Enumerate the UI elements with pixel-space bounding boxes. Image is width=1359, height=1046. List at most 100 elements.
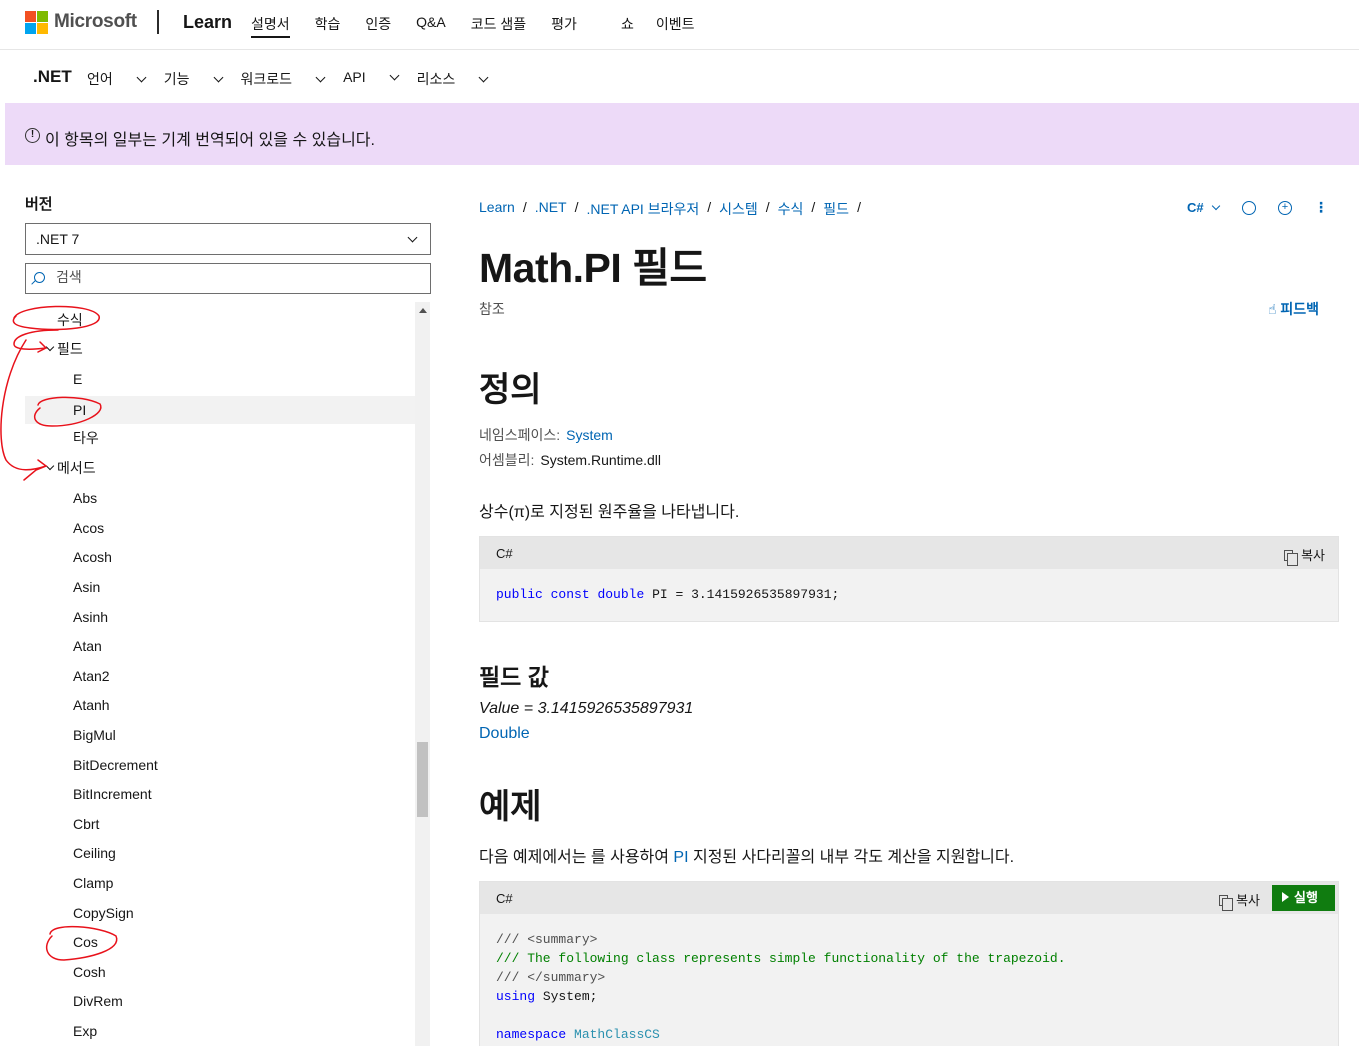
toc-item-label: Cbrt — [73, 816, 100, 832]
chevron-down-icon — [389, 70, 400, 81]
toc-item[interactable]: 타우 — [25, 424, 415, 452]
toc-item[interactable]: Asinh — [25, 603, 415, 631]
toc-item[interactable]: E — [25, 365, 415, 393]
nav-events[interactable]: 이벤트 — [656, 14, 695, 38]
toc-item[interactable]: 메서드 — [25, 454, 415, 482]
toc-item[interactable]: BigMul — [25, 721, 415, 749]
toc-item[interactable]: Atan — [25, 632, 415, 660]
toc-item[interactable]: Acosh — [25, 543, 415, 571]
code-content: public const double PI = 3.1415926535897… — [480, 569, 1338, 620]
subnav-resources[interactable]: 리소스 — [417, 69, 489, 89]
example-text: 다음 예제에서는 를 사용하여 — [479, 849, 674, 866]
toc-item[interactable]: Atanh — [25, 691, 415, 719]
play-icon — [1282, 892, 1289, 902]
product-title[interactable]: .NET — [33, 67, 72, 87]
top-nav: 설명서 학습 인증 Q&A 코드 샘플 평가 쇼 이벤트 — [251, 14, 719, 38]
toc-item[interactable]: PI — [25, 396, 415, 424]
language-picker[interactable]: C# — [1187, 200, 1221, 215]
toc-item-label: Acosh — [73, 549, 112, 565]
more-options-icon[interactable]: ⋮ — [1313, 199, 1329, 215]
breadcrumb-system[interactable]: 시스템 — [719, 199, 758, 219]
nav-assessments[interactable]: 평가 — [551, 14, 577, 38]
toc-item[interactable]: Cbrt — [25, 810, 415, 838]
subnav-api-label: API — [343, 69, 366, 85]
code-type: MathClassCS — [574, 1027, 660, 1042]
code-comment: /// <summary> — [496, 932, 598, 947]
subnav-workloads[interactable]: 워크로드 — [241, 69, 326, 89]
toc-item[interactable]: CopySign — [25, 899, 415, 927]
toc-item[interactable]: Ceiling — [25, 839, 415, 867]
toc-item[interactable]: BitIncrement — [25, 780, 415, 808]
subnav-features[interactable]: 기능 — [164, 69, 223, 89]
copy-label: 복사 — [1301, 548, 1325, 563]
pi-link[interactable]: PI — [673, 849, 688, 866]
run-button[interactable]: 실행 — [1272, 885, 1335, 911]
code-keyword: public — [496, 587, 543, 602]
globe-icon[interactable] — [1242, 201, 1256, 215]
copy-icon — [1219, 895, 1234, 911]
chevron-down-icon[interactable] — [45, 342, 55, 352]
scroll-up-arrow-icon[interactable] — [419, 308, 427, 313]
copy-button[interactable]: 복사 — [1219, 890, 1260, 911]
breadcrumb-math[interactable]: 수식 — [778, 199, 804, 219]
nav-certification[interactable]: 인증 — [365, 14, 391, 38]
subnav-languages[interactable]: 언어 — [87, 69, 147, 89]
toc-item[interactable]: Abs — [25, 484, 415, 512]
breadcrumb-fields[interactable]: 필드 — [823, 199, 849, 219]
nav-qa[interactable]: Q&A — [416, 14, 446, 38]
toc-item-label: Clamp — [73, 875, 114, 891]
nav-training[interactable]: 학습 — [315, 14, 341, 38]
field-type-link[interactable]: Double — [479, 725, 530, 742]
subnav-api[interactable]: API — [343, 69, 400, 89]
code-language: C# — [496, 891, 513, 906]
toc-item[interactable]: Cos — [25, 928, 415, 956]
feedback-label: 피드백 — [1280, 301, 1320, 317]
code-keyword: namespace — [496, 1027, 567, 1042]
namespace-link[interactable]: System — [566, 427, 613, 443]
toc-item[interactable]: Cosh — [25, 958, 415, 986]
nav-shows[interactable]: 쇼 — [621, 14, 634, 38]
toc-item[interactable]: Atan2 — [25, 662, 415, 690]
info-icon: ! — [25, 128, 40, 143]
chevron-down-icon[interactable] — [45, 461, 55, 471]
toc-filter[interactable] — [25, 263, 431, 294]
code-content: /// <summary> /// The following class re… — [480, 914, 1338, 1046]
table-of-contents: 수식 필드 E PI 타우 메서드 Abs Acos Acosh Asin Asinh Atan Ata… — [25, 302, 415, 1046]
chevron-down-icon — [1212, 201, 1221, 211]
toc-item[interactable]: Acos — [25, 514, 415, 542]
add-collection-icon[interactable]: + — [1278, 201, 1292, 215]
microsoft-logo-icon[interactable] — [25, 11, 48, 34]
scrollbar-thumb[interactable] — [417, 742, 428, 817]
learn-home-link[interactable]: Learn — [183, 12, 232, 33]
toc-item[interactable]: Asin — [25, 573, 415, 601]
toc-item[interactable]: Exp — [25, 1017, 415, 1045]
toc-item-label: Atanh — [73, 697, 110, 713]
code-text: PI = 3.1415926535897931; — [644, 587, 840, 602]
version-select[interactable]: .NET 7 — [25, 223, 431, 255]
toc-item[interactable]: 필드 — [25, 335, 415, 363]
nav-code-samples[interactable]: 코드 샘플 — [471, 14, 526, 38]
copy-button[interactable]: 복사 — [1284, 545, 1325, 566]
breadcrumb-api-browser[interactable]: .NET API 브라우저 — [586, 199, 699, 219]
toc-item-label: Asinh — [73, 609, 109, 625]
breadcrumb-learn[interactable]: Learn — [479, 199, 515, 219]
namespace-label: 네임스페이스: — [479, 427, 561, 443]
run-label: 실행 — [1294, 890, 1318, 905]
toc-item[interactable]: Clamp — [25, 869, 415, 897]
toc-item[interactable]: BitDecrement — [25, 751, 415, 779]
toc-item[interactable]: DivRem — [25, 987, 415, 1015]
toc-scrollbar[interactable] — [415, 302, 430, 1046]
breadcrumb-separator: / — [574, 199, 579, 215]
toc-item[interactable]: 수식 — [25, 306, 415, 334]
breadcrumb-dotnet[interactable]: .NET — [535, 199, 567, 219]
summary-text: 상수(π)로 지정된 원주율을 나타냅니다. — [479, 504, 740, 521]
toc-item-label: 필드 — [57, 341, 83, 357]
code-keyword: const — [550, 587, 590, 602]
toc-item-label: Acos — [73, 520, 105, 536]
nav-docs[interactable]: 설명서 — [251, 14, 290, 38]
toc-filter-input[interactable] — [56, 269, 416, 285]
machine-translation-banner: ! 이 항목의 일부는 기계 번역되어 있을 수 있습니다. — [5, 103, 1359, 165]
feedback-button[interactable]: ☝ 피드백 — [1268, 299, 1319, 319]
microsoft-brand[interactable]: Microsoft — [54, 11, 137, 33]
version-label: 버전 — [25, 196, 53, 213]
